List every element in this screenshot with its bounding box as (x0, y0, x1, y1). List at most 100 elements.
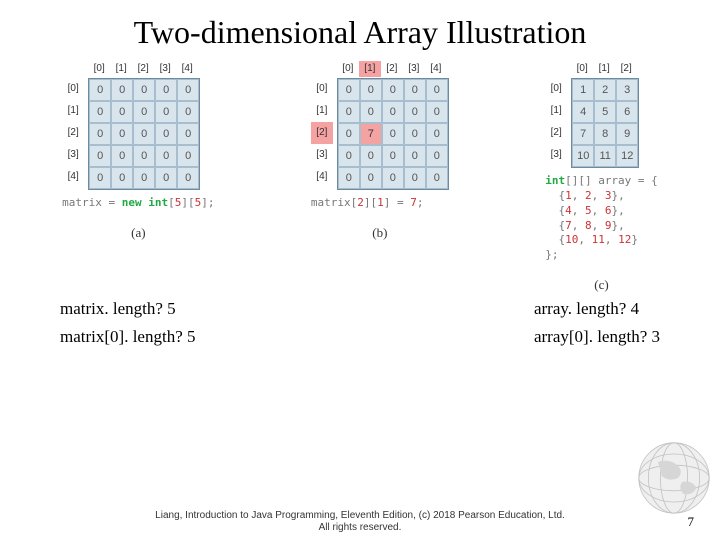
figure-b: [0][1][2][3][4] [0][1][2][3][4] 00000000… (311, 61, 449, 293)
figB-cell: 0 (338, 79, 360, 101)
figB-cell: 0 (338, 123, 360, 145)
figC-row-label: [3] (545, 144, 567, 166)
figC-cell: 1 (572, 79, 594, 101)
figC-cell: 4 (572, 101, 594, 123)
figA-cell: 0 (177, 145, 199, 167)
figC-cell: 9 (616, 123, 638, 145)
figA-col-label: [0] (88, 61, 110, 77)
page-number: 7 (688, 514, 695, 530)
figA-cell: 0 (111, 79, 133, 101)
figC-col-label: [1] (593, 61, 615, 77)
qa-l1: matrix. length? 5 (60, 299, 196, 319)
figA-cell: 0 (89, 123, 111, 145)
figB-cell: 7 (360, 123, 382, 145)
figures-row: [0][1][2][3][4] [0][1][2][3][4] 00000000… (0, 57, 720, 293)
figB-code: matrix[2][1] = 7; (311, 196, 449, 211)
figB-cell: 0 (404, 101, 426, 123)
figA-code: matrix = new int[5][5]; (62, 196, 214, 211)
figA-cell: 0 (111, 167, 133, 189)
figA-row-label: [3] (62, 144, 84, 166)
figC-cell: 10 (572, 145, 594, 167)
footer-citation: Liang, Introduction to Java Programming,… (0, 510, 720, 534)
figA-cell: 0 (89, 167, 111, 189)
figB-cell: 0 (404, 167, 426, 189)
figB-col-labels: [0][1][2][3][4] (337, 61, 449, 77)
figA-cell: 0 (133, 123, 155, 145)
figA-cell: 0 (133, 167, 155, 189)
figB-row-label: [4] (311, 166, 333, 188)
figC-cell: 3 (616, 79, 638, 101)
figA-cell: 0 (133, 101, 155, 123)
figA-row-label: [0] (62, 78, 84, 100)
figB-row-labels: [0][1][2][3][4] (311, 78, 333, 190)
figB-col-label: [2] (381, 61, 403, 77)
figA-sublabel: (a) (62, 225, 214, 241)
figB-cell: 0 (404, 79, 426, 101)
figB-cell: 0 (426, 145, 448, 167)
figA-cell: 0 (133, 145, 155, 167)
figA-col-label: [2] (132, 61, 154, 77)
figB-cell: 0 (426, 101, 448, 123)
figB-cell: 0 (360, 101, 382, 123)
figA-cell: 0 (155, 79, 177, 101)
figB-cell: 0 (360, 79, 382, 101)
figA-col-label: [1] (110, 61, 132, 77)
figC-cell: 6 (616, 101, 638, 123)
figA-cell: 0 (155, 167, 177, 189)
figB-col-label: [0] (337, 61, 359, 77)
figA-col-label: [3] (154, 61, 176, 77)
figB-row-label: [3] (311, 144, 333, 166)
qa-r2: array[0]. length? 3 (534, 327, 660, 347)
figC-cell: 12 (616, 145, 638, 167)
figB-col-label: [4] (425, 61, 447, 77)
figB-cell: 0 (382, 123, 404, 145)
qa-right: array. length? 4 array[0]. length? 3 (534, 299, 660, 347)
figB-cell: 0 (404, 145, 426, 167)
figA-cell: 0 (111, 145, 133, 167)
figB-cell: 0 (360, 145, 382, 167)
figC-init-line: {1, 2, 3}, (545, 189, 625, 202)
figB-row-label: [1] (311, 100, 333, 122)
figA-col-label: [4] (176, 61, 198, 77)
figA-cell: 0 (111, 101, 133, 123)
globe-icon (634, 438, 714, 518)
figC-init-line: {4, 5, 6}, (545, 204, 625, 217)
figC-code: int[][] array = { {1, 2, 3}, {4, 5, 6}, … (545, 174, 658, 263)
figA-cell: 0 (177, 79, 199, 101)
figB-cell: 0 (426, 123, 448, 145)
figC-init-line: {10, 11, 12} (545, 233, 638, 246)
figA-row-label: [2] (62, 122, 84, 144)
qa-r1: array. length? 4 (534, 299, 660, 319)
figA-col-labels: [0][1][2][3][4] (88, 61, 214, 77)
figB-grid: 0000000000070000000000000 (337, 78, 449, 190)
figC-col-labels: [0][1][2] (571, 61, 658, 77)
figC-cell: 11 (594, 145, 616, 167)
figB-cell: 0 (382, 167, 404, 189)
figC-col-label: [2] (615, 61, 637, 77)
figB-cell: 0 (382, 145, 404, 167)
slide-title: Two-dimensional Array Illustration (0, 0, 720, 57)
figure-a: [0][1][2][3][4] [0][1][2][3][4] 00000000… (62, 61, 214, 293)
figA-cell: 0 (155, 123, 177, 145)
figC-cell: 8 (594, 123, 616, 145)
figA-row-label: [4] (62, 166, 84, 188)
figA-cell: 0 (177, 123, 199, 145)
figA-cell: 0 (111, 123, 133, 145)
figC-cell: 5 (594, 101, 616, 123)
figC-row-labels: [0][1][2][3] (545, 78, 567, 168)
figA-row-label: [1] (62, 100, 84, 122)
figB-col-label: [3] (403, 61, 425, 77)
figure-c: [0][1][2] [0][1][2][3] 123456789101112 i… (545, 61, 658, 293)
qa-left: matrix. length? 5 matrix[0]. length? 5 (60, 299, 196, 347)
figA-cell: 0 (177, 167, 199, 189)
figB-cell: 0 (360, 167, 382, 189)
figA-grid: 0000000000000000000000000 (88, 78, 200, 190)
qa-section: matrix. length? 5 matrix[0]. length? 5 a… (0, 293, 720, 347)
figB-row-label: [0] (311, 78, 333, 100)
figB-cell: 0 (338, 167, 360, 189)
figB-sublabel: (b) (311, 225, 449, 241)
figA-cell: 0 (89, 101, 111, 123)
figA-cell: 0 (89, 145, 111, 167)
figC-row-label: [2] (545, 122, 567, 144)
figB-cell: 0 (404, 123, 426, 145)
